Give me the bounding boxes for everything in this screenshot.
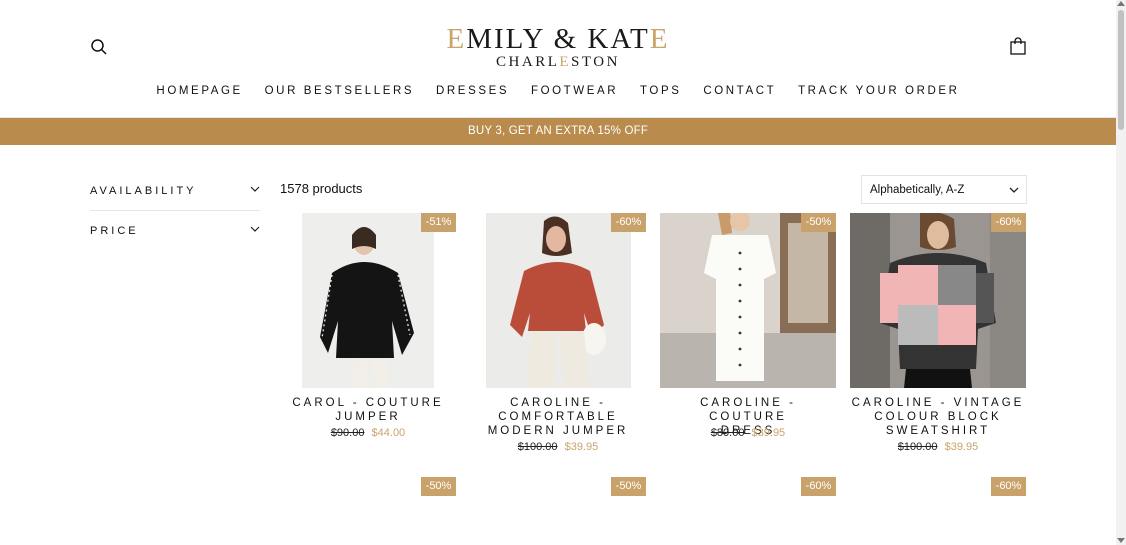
site-logo[interactable]: EMILY & KATE CHARLESTON [0,24,1116,71]
logo-sub-text: STON [571,54,620,70]
discount-badge: -50% [801,213,836,232]
product-image[interactable] [850,213,1026,388]
chevron-down-icon [250,184,260,194]
product-title-line: CAROL - COUTURE [292,397,444,409]
nav-dresses[interactable]: DRESSES [436,85,509,97]
original-price: $100.00 [517,441,558,453]
original-price: $100.00 [897,441,938,453]
product-card[interactable]: -60% CAROLINE - VINTAGE COLOUR BLOCK SWE… [850,213,1026,453]
sale-price: $39.95 [564,441,599,453]
product-title-line: CAROLINE - VINTAGE [851,397,1025,409]
product-card[interactable]: -51% CAROL - COUTURE JUMPER $90.00 $44.0… [280,213,456,453]
product-title-line: CAROLINE - COUTURE [700,397,796,423]
sale-price: $39.95 [944,441,979,453]
discount-badge: -50% [421,477,456,496]
main-nav: HOMEPAGE OUR BESTSELLERS DRESSES FOOTWEA… [0,85,1116,97]
discount-badge: -60% [991,213,1026,232]
discount-badge: -50% [611,477,646,496]
logo-wordmark: EMILY & KATE [0,24,1116,54]
product-image[interactable] [660,213,836,388]
nav-footwear[interactable]: FOOTWEAR [531,85,618,97]
filter-availability[interactable]: AVAILABILITY [90,171,260,211]
price-line: $100.00 $39.95 [850,441,1026,453]
product-count: 1578 products [280,181,363,196]
scroll-down-arrow-icon[interactable] [1117,538,1125,543]
logo-letter: E [446,23,467,55]
filter-price[interactable]: PRICE [90,211,260,251]
chevron-down-icon [250,224,260,234]
product-title-line: CAROLINE - [510,397,606,409]
logo-sub-letter: E [559,54,572,70]
product-card[interactable]: -60% CAROLINE - COMFORTABLE MODERN JUMPE… [470,213,646,453]
nav-track-order[interactable]: TRACK YOUR ORDER [798,85,960,97]
product-title-line: JUMPER [335,411,401,423]
price-line: $80.00 $39.95 [660,427,836,439]
sale-price: $39.95 [751,427,786,439]
product-image[interactable] [486,213,631,388]
filter-label: AVAILABILITY [90,185,197,197]
original-price: $80.00 [710,427,745,439]
product-card[interactable]: -50% CAROLINE - COUTURE DRESS $80.00 $39… [660,213,836,453]
nav-tops[interactable]: TOPS [640,85,682,97]
product-title[interactable]: CAROL - COUTURE JUMPER [280,396,456,424]
nav-homepage[interactable]: HOMEPAGE [156,85,242,97]
product-title-line: MODERN JUMPER [487,425,629,437]
shopping-bag-icon[interactable] [1009,37,1027,55]
discount-badge: -60% [801,477,836,496]
site-header: EMILY & KATE CHARLESTON HOMEPAGE OUR BES… [0,0,1116,118]
discount-badge: -60% [611,213,646,232]
sort-select[interactable]: Alphabetically, A-Z [861,175,1027,204]
product-title-line: COMFORTABLE [498,411,618,423]
promo-banner[interactable]: BUY 3, GET AN EXTRA 15% OFF [0,118,1116,145]
nav-contact[interactable]: CONTACT [703,85,776,97]
product-title[interactable]: CAROLINE - VINTAGE COLOUR BLOCK SWEATSHI… [850,396,1026,438]
product-title-line: SWEATSHIRT [885,425,991,437]
discount-badge: -51% [421,213,456,232]
product-title[interactable]: CAROLINE - COMFORTABLE MODERN JUMPER [470,396,646,438]
sale-price: $44.00 [371,427,406,439]
sort-value: Alphabetically, A-Z [870,184,965,196]
discount-badge: -60% [991,477,1026,496]
scrollbar-thumb[interactable] [1118,10,1124,130]
nav-bestsellers[interactable]: OUR BESTSELLERS [265,85,415,97]
logo-subtitle: CHARLESTON [0,54,1116,71]
product-image[interactable] [302,213,434,388]
logo-text: MILY & KAT [466,23,650,55]
price-line: $100.00 $39.95 [470,441,646,453]
original-price: $90.00 [330,427,365,439]
chevron-down-icon [1009,185,1019,195]
price-line: $90.00 $44.00 [280,427,456,439]
product-title-line: COLOUR BLOCK [874,411,1002,423]
scroll-up-arrow-icon[interactable] [1117,1,1125,6]
logo-sub-text: CHARL [496,54,560,70]
logo-letter: E [649,23,670,55]
filter-label: PRICE [90,225,139,237]
